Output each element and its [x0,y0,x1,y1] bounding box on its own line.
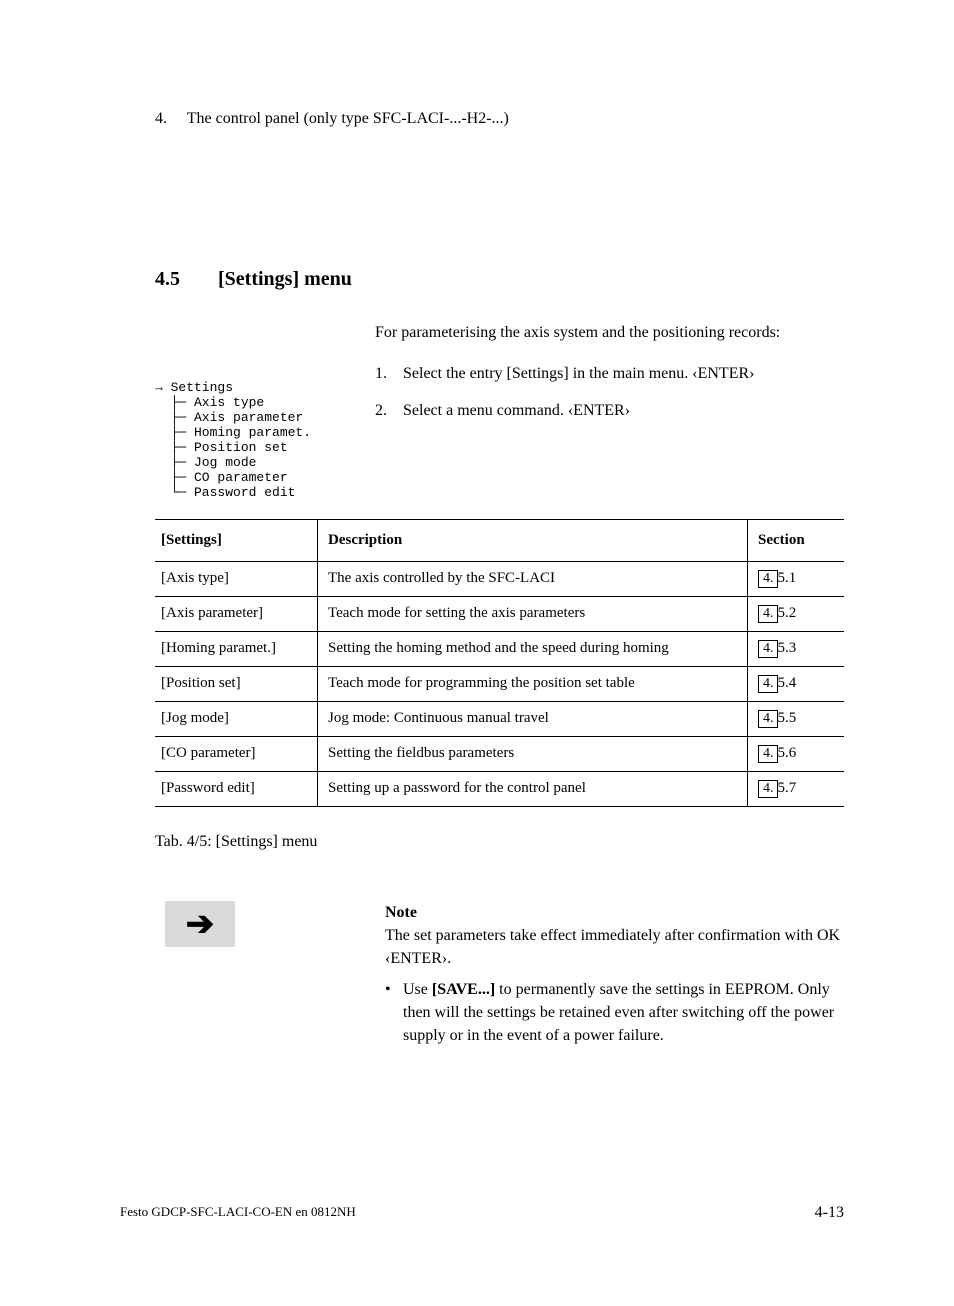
cell-description: Setting up a password for the control pa… [318,771,748,806]
cell-setting-name: [Homing paramet.] [155,631,318,666]
cell-description: Setting the homing method and the speed … [318,631,748,666]
cell-description: Teach mode for setting the axis paramete… [318,596,748,631]
section-link-suffix: 5.1 [778,570,797,586]
table-row: [Position set]Teach mode for programming… [155,666,844,701]
section-link[interactable]: 4. [758,780,778,798]
step-number: 1. [375,362,403,385]
section-link[interactable]: 4. [758,675,778,693]
step-item: 1. Select the entry [Settings] in the ma… [375,362,844,385]
intro-paragraph: For parameterising the axis system and t… [375,321,844,344]
cell-description: Jog mode: Continuous manual travel [318,701,748,736]
cell-section: 4.5.7 [748,771,845,806]
th-description: Description [318,519,748,561]
section-link-suffix: 5.6 [778,745,797,761]
step-text: Select a menu command. ‹ENTER› [403,399,630,422]
menu-tree: → Settings ├─ Axis type ├─ Axis paramete… [155,321,355,501]
section-number: 4.5 [155,268,213,291]
note-paragraph: The set parameters take effect immediate… [385,927,840,967]
section-link[interactable]: 4. [758,605,778,623]
th-section: Section [748,519,845,561]
bullet-icon: • [385,978,403,1048]
step-item: 2. Select a menu command. ‹ENTER› [375,399,844,422]
section-link-suffix: 5.3 [778,640,797,656]
chapter-header: 4. The control panel (only type SFC-LACI… [155,110,844,128]
section-link-suffix: 5.4 [778,675,797,691]
section-link[interactable]: 4. [758,710,778,728]
cell-section: 4.5.1 [748,561,845,596]
table-row: [Axis parameter]Teach mode for setting t… [155,596,844,631]
section-heading: 4.5 [Settings] menu [155,268,844,291]
section-title: [Settings] menu [218,268,352,290]
table-caption: Tab. 4/5: [Settings] menu [155,833,844,851]
cell-section: 4.5.2 [748,596,845,631]
step-text: Select the entry [Settings] in the main … [403,362,754,385]
section-link[interactable]: 4. [758,745,778,763]
chapter-title: The control panel (only type SFC-LACI-..… [187,110,509,127]
settings-table: [Settings] Description Section [Axis typ… [155,519,844,807]
cell-description: Teach mode for programming the position … [318,666,748,701]
cell-section: 4.5.6 [748,736,845,771]
cell-description: The axis controlled by the SFC-LACI [318,561,748,596]
th-settings: [Settings] [155,519,318,561]
section-link[interactable]: 4. [758,640,778,658]
section-link-suffix: 5.2 [778,605,797,621]
chapter-number: 4. [155,110,167,127]
bullet-bold: [SAVE...] [432,981,499,998]
note-bullet: • Use [SAVE...] to permanently save the … [385,978,844,1048]
cell-section: 4.5.5 [748,701,845,736]
section-link[interactable]: 4. [758,570,778,588]
note-title: Note [385,904,417,921]
section-link-suffix: 5.7 [778,780,797,796]
table-row: [Homing paramet.]Setting the homing meth… [155,631,844,666]
cell-section: 4.5.4 [748,666,845,701]
arrow-right-icon: ➔ [165,901,235,947]
bullet-prefix: Use [403,981,432,998]
table-row: [Axis type]The axis controlled by the SF… [155,561,844,596]
cell-setting-name: [Axis parameter] [155,596,318,631]
step-number: 2. [375,399,403,422]
cell-setting-name: [Position set] [155,666,318,701]
table-row: [Jog mode]Jog mode: Continuous manual tr… [155,701,844,736]
cell-setting-name: [CO parameter] [155,736,318,771]
table-row: [Password edit]Setting up a password for… [155,771,844,806]
section-link-suffix: 5.5 [778,710,797,726]
cell-setting-name: [Axis type] [155,561,318,596]
cell-description: Setting the fieldbus parameters [318,736,748,771]
footer-page-number: 4-13 [815,1204,844,1222]
table-row: [CO parameter]Setting the fieldbus param… [155,736,844,771]
cell-setting-name: [Password edit] [155,771,318,806]
cell-section: 4.5.3 [748,631,845,666]
footer-left: Festo GDCP-SFC-LACI-CO-EN en 0812NH [120,1204,356,1222]
cell-setting-name: [Jog mode] [155,701,318,736]
